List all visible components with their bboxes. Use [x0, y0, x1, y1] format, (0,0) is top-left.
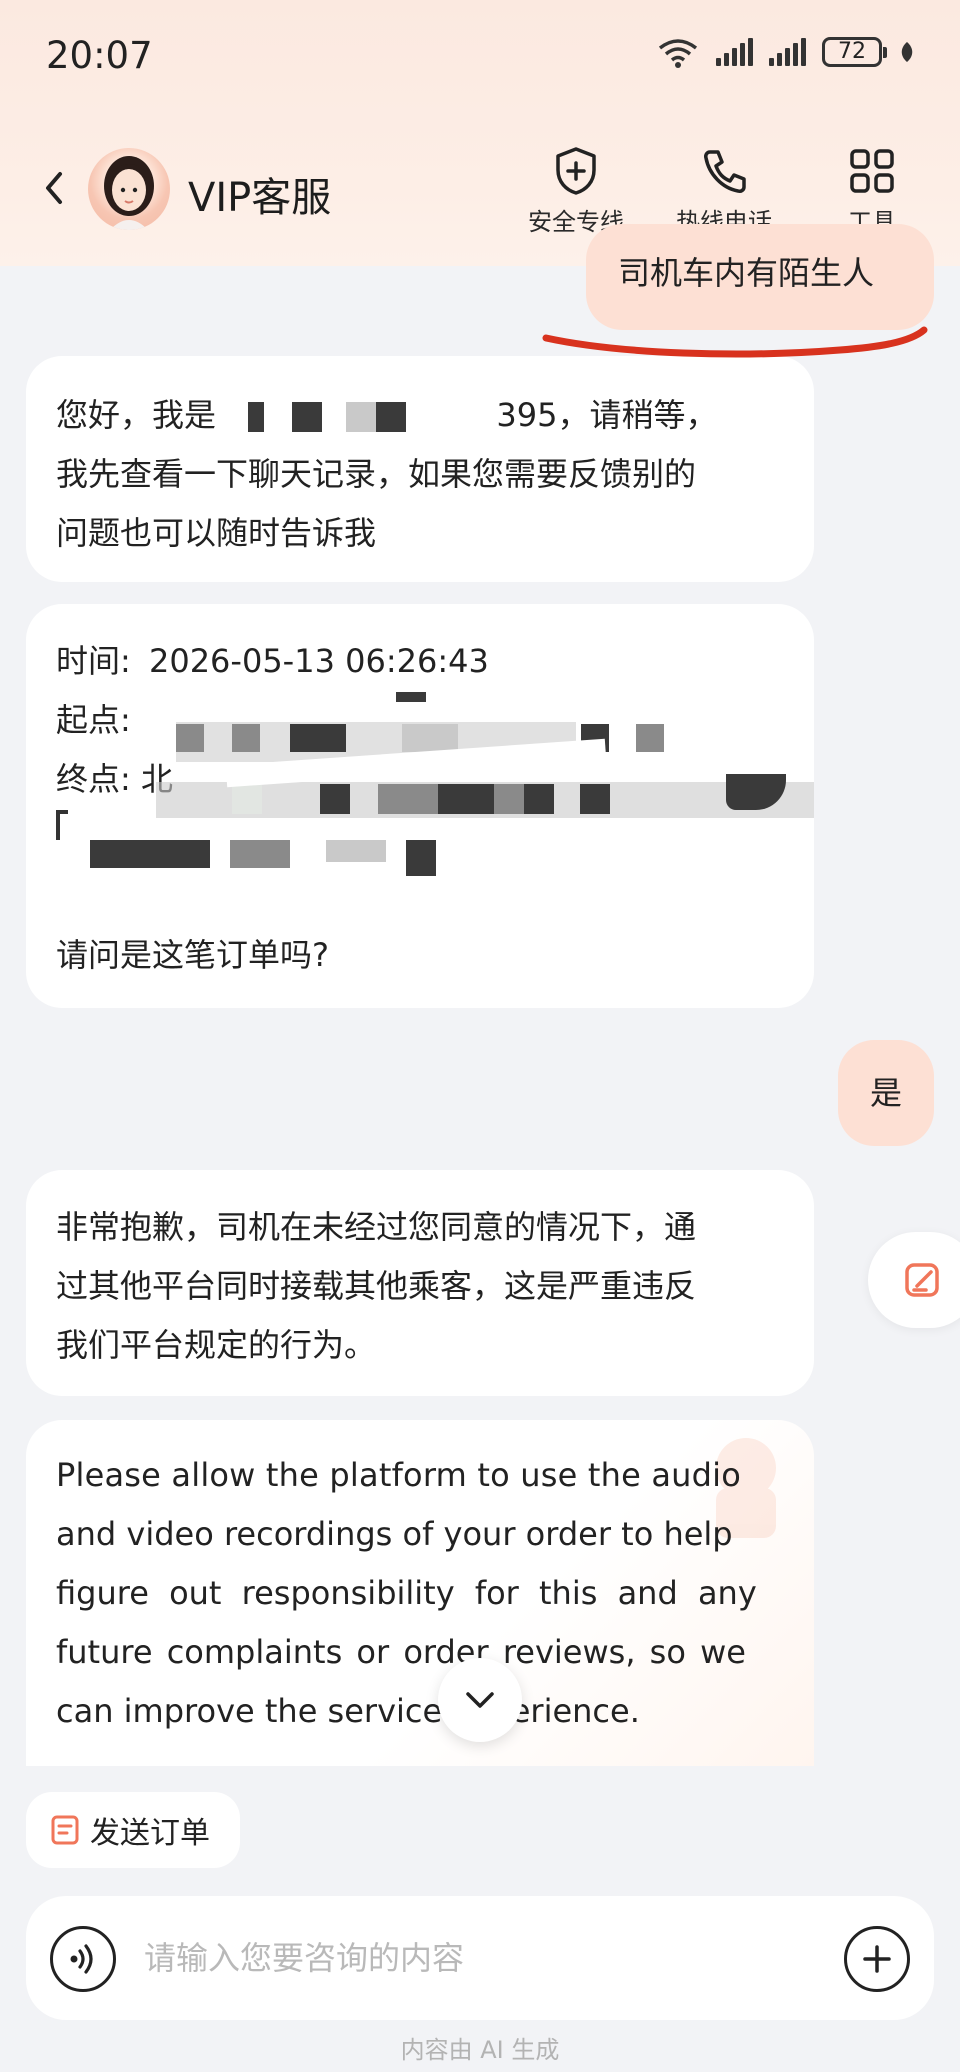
order-start-label: 起点:	[56, 701, 131, 739]
battery-indicator: 72	[822, 37, 887, 67]
redaction-block	[326, 840, 386, 862]
redaction-block	[346, 402, 376, 432]
send-order-label: 发送订单	[90, 1816, 210, 1851]
send-order-button[interactable]: 发送订单	[26, 1792, 240, 1868]
signal-icon	[716, 38, 753, 66]
user-message: 是	[838, 1040, 934, 1146]
plus-icon	[863, 1945, 891, 1973]
agent-message: 非常抱歉，司机在未经过您同意的情况下，通 过其他平台同时接载其他乘客，这是严重违…	[26, 1170, 814, 1396]
message-text: figure out responsibility for this and a…	[56, 1574, 757, 1612]
edit-icon	[905, 1263, 939, 1297]
order-icon	[51, 1815, 79, 1845]
message-text: 我先查看一下聊天记录，如果您需要反馈别的	[56, 455, 697, 493]
avatar	[88, 148, 170, 230]
message-text: and video recordings of your order to he…	[56, 1515, 733, 1553]
redaction-block	[90, 840, 210, 868]
message-text: 395，请稍等，	[496, 396, 718, 434]
add-button[interactable]	[844, 1926, 910, 1992]
message-text: 您好，我是	[56, 396, 217, 434]
leaf-icon	[901, 42, 913, 62]
redaction-block	[248, 402, 264, 432]
message-text: can improve the service experience.	[56, 1692, 640, 1730]
message-text: 过其他平台同时接载其他乘客，这是严重违反	[56, 1267, 697, 1305]
message-input[interactable]	[144, 1930, 824, 1986]
status-time: 20:07	[46, 34, 153, 77]
order-time-row: 时间: 2026-05-13 06:26:43	[56, 632, 489, 691]
redaction-block	[402, 724, 458, 752]
message-text: 非常抱歉，司机在未经过您同意的情况下，通	[56, 1208, 697, 1246]
page-title: VIP客服	[188, 175, 332, 221]
redaction-block	[438, 784, 494, 814]
message-text: 是	[870, 1074, 903, 1112]
redaction-block	[292, 402, 322, 432]
scroll-down-button[interactable]	[438, 1658, 522, 1742]
redaction-block	[378, 784, 438, 814]
order-time-label: 时间:	[56, 642, 131, 680]
shield-plus-icon	[556, 147, 596, 195]
message-text: 问题也可以随时告诉我	[56, 514, 377, 552]
redaction-block	[320, 784, 350, 814]
order-question: 请问是这笔订单吗?	[56, 936, 329, 974]
input-bar	[26, 1896, 934, 2020]
redaction-block	[494, 784, 524, 814]
signal-icon-2	[769, 38, 806, 66]
red-underline-annotation	[542, 326, 928, 358]
message-text: Please allow the platform to use the aud…	[56, 1456, 742, 1494]
message-text: future complaints or order reviews, so w…	[56, 1633, 746, 1671]
order-time-value: 2026-05-13 06:26:43	[148, 642, 489, 680]
redaction-block	[636, 724, 664, 752]
order-end-label: 终点:	[56, 760, 131, 798]
redaction-block	[406, 840, 436, 876]
back-arrow-icon[interactable]	[36, 164, 72, 212]
agent-message: Please allow the platform to use the aud…	[26, 1420, 814, 1766]
redaction-block	[230, 840, 290, 868]
redaction-block	[176, 724, 204, 752]
redaction-block	[290, 724, 346, 752]
ai-disclaimer: 内容由 AI 生成	[400, 2036, 560, 2064]
agent-message: 您好，我是 395，请稍等， 我先查看一下聊天记录，如果您需要反馈别的 问题也可…	[26, 356, 814, 582]
phone-icon	[704, 150, 746, 193]
grid-icon	[850, 149, 894, 193]
message-text: 我们平台规定的行为。	[56, 1326, 377, 1364]
feedback-float-button[interactable]	[868, 1232, 960, 1328]
redaction-block	[524, 784, 554, 814]
voice-icon	[70, 1944, 93, 1974]
redaction-block	[232, 784, 262, 814]
voice-button[interactable]	[50, 1926, 116, 1992]
order-card: 时间: 2026-05-13 06:26:43 起点: 终点: 北 请问是这笔订…	[26, 604, 814, 1008]
message-text: 司机车内有陌生人	[618, 254, 875, 292]
redaction-block	[376, 402, 406, 432]
redaction-block	[580, 784, 610, 814]
status-icons: 72	[656, 36, 916, 68]
chevron-down-icon	[466, 1692, 494, 1708]
order-distance-partial	[56, 810, 68, 840]
redaction-block	[396, 692, 426, 702]
redaction-block	[232, 724, 260, 752]
wifi-icon	[658, 39, 698, 68]
